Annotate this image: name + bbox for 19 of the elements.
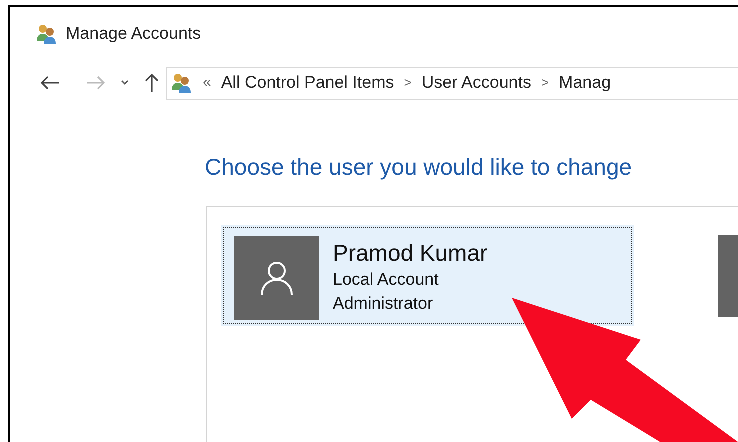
account-tile[interactable]: Pramod Kumar Local Account Administrator bbox=[221, 225, 634, 326]
chevron-down-icon[interactable] bbox=[120, 79, 130, 87]
users-icon bbox=[171, 72, 193, 94]
account-role: Administrator bbox=[333, 293, 434, 315]
breadcrumb-separator: > bbox=[541, 74, 550, 92]
overflow-chevron[interactable]: « bbox=[203, 72, 212, 94]
account-type: Local Account bbox=[333, 269, 440, 291]
window-title: Manage Accounts bbox=[66, 23, 202, 45]
back-arrow-icon[interactable] bbox=[40, 75, 60, 91]
address-bar[interactable]: « All Control Panel Items > User Accounts > Manag bbox=[166, 66, 738, 100]
users-icon bbox=[36, 22, 58, 45]
person-icon bbox=[260, 260, 294, 296]
breadcrumb[interactable]: User Accounts bbox=[422, 70, 532, 96]
breadcrumb[interactable]: Manag bbox=[559, 70, 612, 96]
up-arrow-icon[interactable] bbox=[144, 73, 160, 93]
account-name: Pramod Kumar bbox=[333, 239, 488, 268]
breadcrumb-separator: > bbox=[404, 74, 412, 92]
breadcrumb[interactable]: All Control Panel Items bbox=[221, 70, 394, 96]
page-heading: Choose the user you would like to change bbox=[205, 152, 634, 182]
